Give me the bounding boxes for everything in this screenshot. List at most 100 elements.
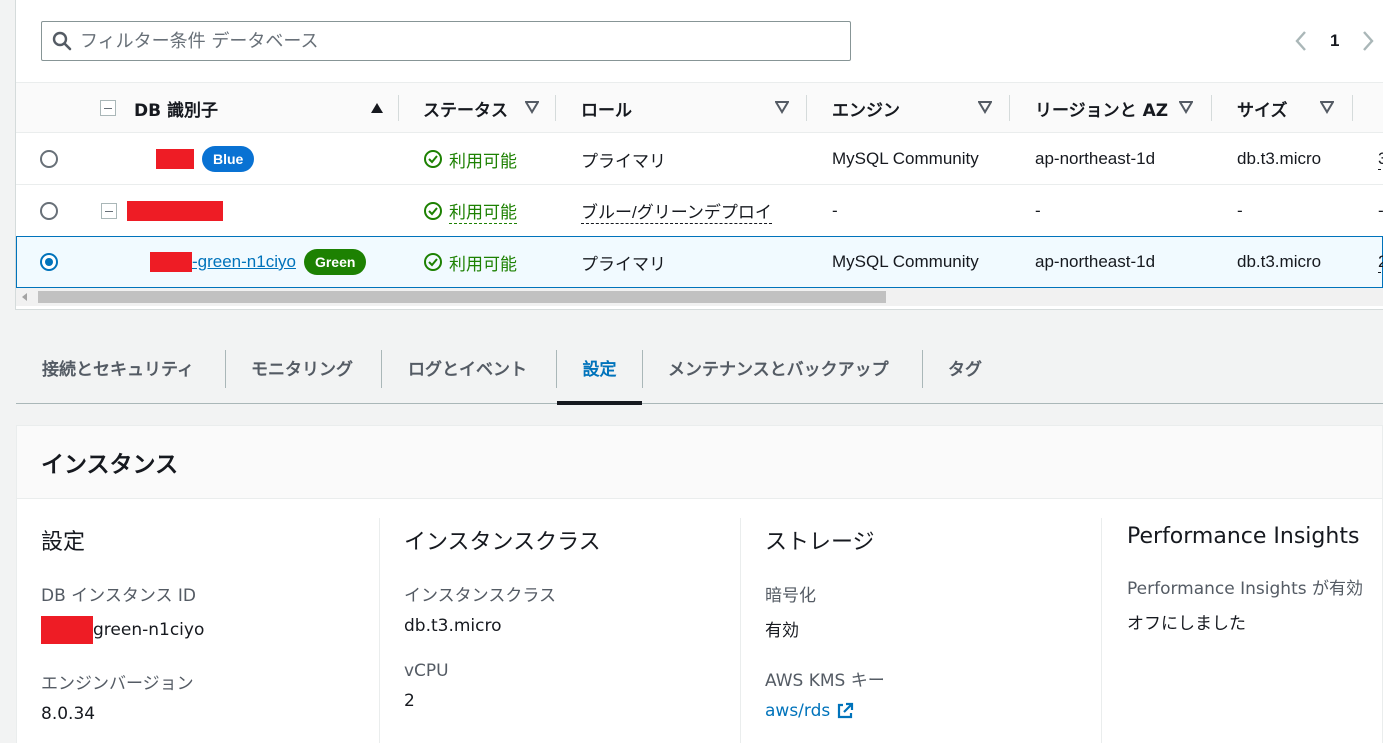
status-text: 利用可能 [449, 254, 517, 275]
tab-monitoring[interactable]: モニタリング [251, 330, 353, 404]
field-value: オフにしました [1127, 614, 1246, 634]
engine-cell: MySQL Community [832, 252, 979, 271]
success-check-icon [424, 202, 442, 220]
panel-header: インスタンス [17, 426, 1382, 499]
prev-page-button[interactable] [1290, 27, 1312, 55]
chevron-right-icon [1363, 31, 1375, 51]
status-cell: 利用可能 [423, 185, 517, 237]
table-row[interactable]: 利用可能 ブルー/グリーンデプロイ - - - - [16, 185, 1383, 237]
redacted-identifier [150, 252, 192, 272]
section-heading: Performance Insights [1127, 524, 1360, 549]
redacted-identifier [127, 201, 223, 221]
sort-icon [1179, 101, 1193, 114]
table-header: DB 識別子 ステータス ロール エンジン リージョンと AZ サイズ [16, 82, 1383, 133]
section-heading: ストレージ [765, 530, 875, 555]
field-value: db.t3.micro [404, 616, 502, 636]
scroll-left-arrow-icon[interactable] [22, 293, 27, 301]
config-column: 設定 DB インスタンス ID green-n1ciyo エンジンバージョン 8… [41, 518, 401, 743]
horizontal-scrollbar[interactable] [16, 288, 1383, 306]
sort-icon [525, 101, 539, 114]
status-text: 利用可能 [449, 151, 517, 172]
pagination: 1 [1290, 26, 1379, 56]
performance-insights-column: Performance Insights Performance Insight… [1127, 518, 1383, 743]
field-value: 8.0.34 [41, 704, 96, 724]
instance-panel: インスタンス 設定 DB インスタンス ID green-n1ciyo エンジン… [16, 425, 1383, 743]
databases-table: DB 識別子 ステータス ロール エンジン リージョンと AZ サイズ Blue… [16, 82, 1383, 310]
row-select-radio[interactable] [40, 253, 58, 271]
region-cell: ap-northeast-1d [1035, 149, 1156, 168]
field-value: 2 [404, 691, 415, 711]
external-link-icon[interactable] [836, 702, 854, 720]
detail-tabs: 接続とセキュリティ モニタリング ログとイベント 設定 メンテナンスとバックアッ… [16, 330, 1383, 405]
db-identifier-link[interactable]: -green-n1ciyo [192, 252, 296, 272]
tab-connectivity-security[interactable]: 接続とセキュリティ [42, 330, 194, 404]
truncated-cell: 2 [1378, 252, 1383, 273]
db-identifier-cell: -green-n1ciyo Green [150, 237, 367, 287]
table-row-selected[interactable]: -green-n1ciyo Green 利用可能 プライマリ MySQL Com… [16, 236, 1383, 288]
search-icon [50, 29, 74, 53]
next-page-button[interactable] [1357, 27, 1379, 55]
size-cell: db.t3.micro [1237, 252, 1322, 271]
field-label: AWS KMS キー [765, 671, 885, 691]
instance-class-column: インスタンスクラス インスタンスクラス db.t3.micro vCPU 2 [404, 518, 764, 743]
field-label: 暗号化 [765, 586, 816, 606]
db-identifier-cell: Blue [156, 133, 255, 185]
sort-icon [1320, 101, 1334, 114]
region-cell: ap-northeast-1d [1035, 252, 1156, 271]
column-header-region-az[interactable]: リージョンと AZ [1035, 83, 1193, 133]
tab-maintenance-backup[interactable]: メンテナンスとバックアップ [668, 330, 889, 404]
column-label: エンジン [832, 100, 900, 121]
region-cell: - [1035, 201, 1041, 220]
field-label: DB インスタンス ID [41, 586, 196, 606]
sort-icon [978, 101, 992, 114]
success-check-icon [424, 253, 442, 271]
rds-console-page: 1 DB 識別子 ステータス ロール エン [0, 0, 1383, 743]
status-text[interactable]: 利用可能 [449, 198, 517, 224]
redacted-identifier [156, 149, 194, 169]
field-label: Performance Insights が有効 [1127, 579, 1363, 599]
truncated-cell: 3 [1378, 149, 1383, 170]
row-select-radio[interactable] [40, 202, 58, 220]
section-heading: 設定 [41, 530, 86, 555]
tab-logs-events[interactable]: ログとイベント [408, 330, 527, 404]
blue-badge: Blue [202, 146, 255, 172]
field-value: green-n1ciyo [41, 616, 401, 644]
column-label: ロール [581, 100, 632, 121]
size-cell: db.t3.micro [1237, 149, 1322, 168]
column-header-engine[interactable]: エンジン [832, 83, 992, 133]
tab-configuration[interactable]: 設定 [557, 330, 642, 405]
column-label: リージョンと AZ [1035, 100, 1169, 121]
field-label: vCPU [404, 661, 449, 681]
column-label: DB 識別子 [134, 100, 218, 121]
current-page-number[interactable]: 1 [1330, 31, 1339, 51]
search-input[interactable] [80, 30, 820, 52]
column-header-db-identifier[interactable]: DB 識別子 [134, 83, 384, 133]
tab-tags[interactable]: タグ [948, 330, 982, 404]
redacted-identifier [41, 616, 93, 644]
sort-ascending-icon [371, 103, 383, 113]
truncated-cell: - [1378, 185, 1383, 237]
collapse-all-icon[interactable] [100, 100, 116, 116]
scrollbar-thumb[interactable] [38, 291, 886, 303]
table-toolbar: 1 [16, 0, 1383, 82]
status-cell: 利用可能 [423, 133, 517, 185]
green-badge: Green [303, 249, 367, 275]
kms-key-link[interactable]: aws/rds [765, 701, 1125, 721]
column-header-status[interactable]: ステータス [423, 83, 539, 133]
column-header-role[interactable]: ロール [581, 83, 789, 133]
size-cell: - [1237, 201, 1243, 220]
panel-title: インスタンス [41, 452, 179, 478]
row-select-radio[interactable] [40, 150, 58, 168]
table-row[interactable]: Blue 利用可能 プライマリ MySQL Community ap-north… [16, 133, 1383, 185]
instance-id-value: green-n1ciyo [93, 620, 205, 640]
section-heading: インスタンスクラス [404, 530, 601, 555]
db-identifier-cell [127, 185, 223, 237]
kms-key-text[interactable]: aws/rds [765, 701, 830, 721]
filter-search-box[interactable] [41, 21, 851, 61]
column-header-size[interactable]: サイズ [1237, 83, 1334, 133]
role-cell[interactable]: ブルー/グリーンデプロイ [581, 198, 772, 224]
collapse-group-icon[interactable] [101, 203, 117, 219]
engine-cell: MySQL Community [832, 149, 979, 168]
storage-column: ストレージ 暗号化 有効 AWS KMS キー aws/rds [765, 518, 1125, 743]
field-label: エンジンバージョン [41, 674, 194, 694]
